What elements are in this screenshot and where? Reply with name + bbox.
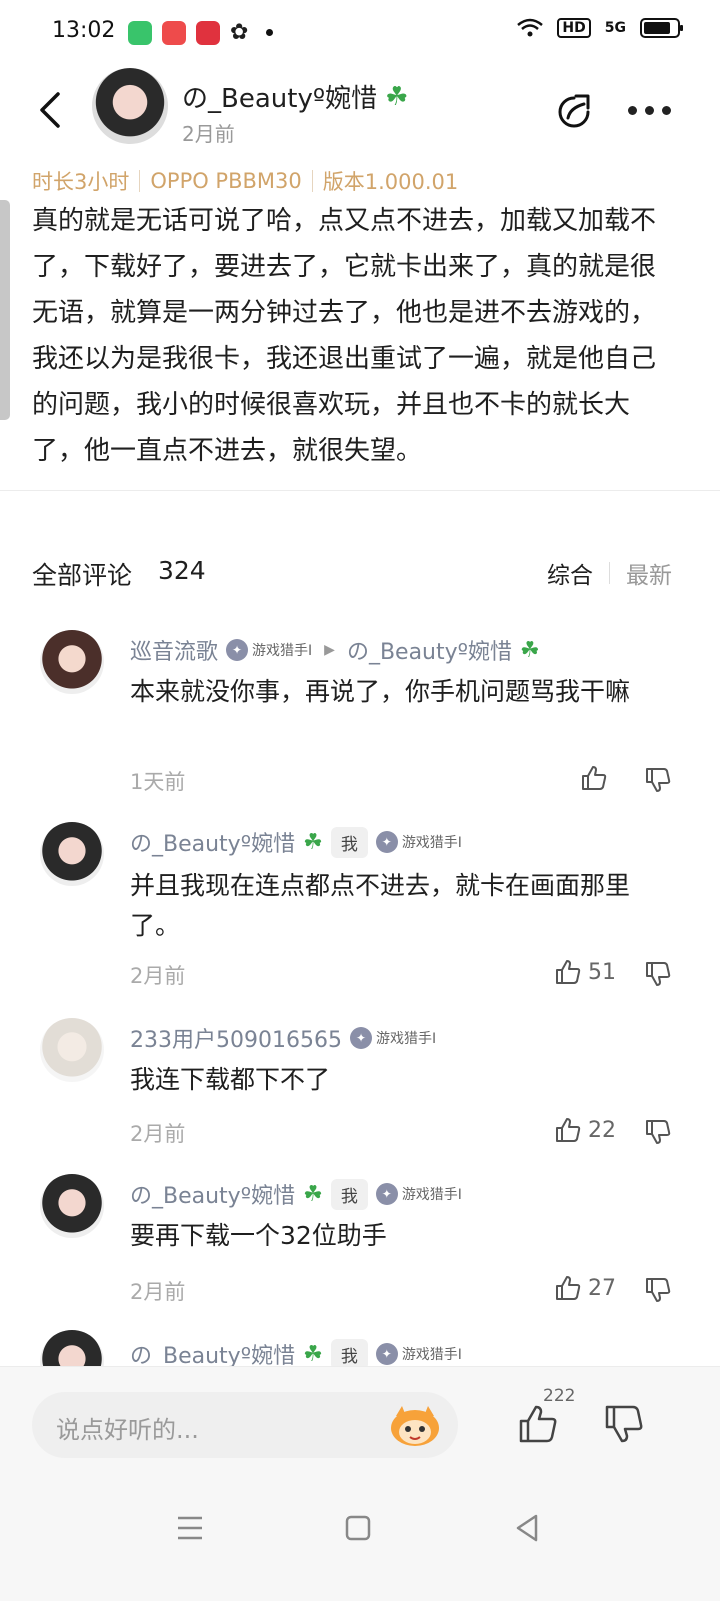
review-text: 真的就是无话可说了哈，点又点不进去，加载又加载不了，下载好了，要进去了，它就卡出…	[32, 206, 657, 466]
author-name[interactable]: の_Beautyº婉惜	[182, 78, 377, 115]
comments-title: 全部评论	[32, 561, 133, 590]
share-icon[interactable]	[554, 92, 594, 132]
wifi-icon	[517, 18, 544, 37]
comment-time: 2月前	[130, 964, 186, 988]
thumbs-up-icon[interactable]	[554, 1116, 582, 1144]
clover-icon: ☘	[303, 1181, 323, 1207]
hd-icon: HD	[557, 18, 591, 38]
hunter-badge-icon: ✦	[349, 1027, 372, 1049]
playtime: 时长3小时	[32, 170, 130, 194]
commenter-name[interactable]: 巡音流歌	[130, 634, 218, 666]
post-meta: 时长3小时 OPPO PBBM30 版本1.000.01	[32, 166, 458, 196]
level-badge: ✦ 游戏猎手Ⅰ	[375, 1183, 462, 1205]
reply-target-name[interactable]: の_Beautyº婉惜	[347, 634, 512, 666]
thumbs-down-icon[interactable]	[644, 766, 672, 794]
me-tag: 我	[330, 1338, 368, 1370]
level-badge: ✦ 游戏猎手Ⅰ	[375, 831, 462, 853]
comments-count: 324	[158, 556, 206, 585]
hunter-badge-icon: ✦	[375, 1183, 398, 1205]
hunter-badge-icon: ✦	[375, 831, 398, 853]
me-tag: 我	[330, 1178, 368, 1210]
reply-arrow-icon: ▶	[324, 642, 335, 658]
avatar[interactable]	[40, 822, 104, 886]
clover-icon: ☘	[520, 637, 540, 663]
thumbs-down-icon[interactable]	[644, 1118, 672, 1146]
like-action[interactable]: 22	[554, 1116, 616, 1144]
home-nav-icon[interactable]	[338, 1508, 378, 1548]
comment-text: 并且我现在连点都点不进去，就卡在画面那里了。	[130, 871, 631, 940]
wechat-icon: ✿	[230, 20, 249, 45]
device-model: OPPO PBBM30	[150, 169, 302, 193]
status-time: 13:02	[52, 18, 116, 43]
post-time: 2月前	[182, 122, 235, 146]
avatar[interactable]	[40, 630, 104, 694]
avatar[interactable]	[40, 1018, 104, 1082]
scrollbar[interactable]	[0, 200, 10, 420]
like-count: 22	[588, 1117, 616, 1143]
comment-header: の_Beautyº婉惜 ☘ 我 ✦ 游戏猎手Ⅰ	[130, 826, 462, 858]
meta-divider	[139, 170, 141, 192]
more-options-icon[interactable]	[628, 100, 672, 120]
post-like-count: 222	[543, 1386, 576, 1406]
commenter-name[interactable]: の_Beautyº婉惜	[130, 826, 295, 858]
comment-text: 本来就没你事，再说了，你手机问题骂我干嘛	[130, 677, 631, 706]
thumbs-down-icon[interactable]	[644, 960, 672, 988]
video-app-icon	[162, 20, 186, 45]
like-action[interactable]: 51	[554, 958, 616, 986]
thumbs-up-icon[interactable]	[554, 1274, 582, 1302]
sort-latest[interactable]: 最新	[626, 556, 672, 590]
comment-time: 2月前	[130, 1122, 186, 1146]
music-app-icon	[196, 20, 220, 45]
hunter-badge-icon: ✦	[226, 639, 249, 661]
commenter-name[interactable]: 233用户509016565	[130, 1022, 342, 1054]
battery-icon	[640, 18, 683, 38]
thumbs-up-icon[interactable]	[516, 1402, 560, 1446]
clover-icon: ☘	[385, 81, 409, 112]
like-count: 27	[588, 1275, 616, 1301]
sort-divider	[609, 562, 610, 584]
author-avatar[interactable]	[92, 68, 168, 144]
thumbs-up-icon[interactable]	[554, 958, 582, 986]
thumbs-up-icon[interactable]	[580, 764, 608, 792]
notification-dot-icon	[266, 29, 274, 36]
like-count: 51	[588, 959, 616, 985]
hunter-badge-icon: ✦	[375, 1343, 398, 1365]
like-action[interactable]	[580, 764, 608, 792]
comment-header: 233用户509016565 ✦ 游戏猎手Ⅰ	[130, 1022, 436, 1054]
me-tag: 我	[330, 826, 368, 858]
comment-time: 2月前	[130, 1280, 186, 1304]
clover-icon: ☘	[303, 1341, 323, 1367]
comment-time: 1天前	[130, 770, 186, 794]
thumbs-down-icon[interactable]	[644, 1276, 672, 1304]
thumbs-down-icon[interactable]	[602, 1402, 646, 1446]
back-arrow-icon[interactable]	[32, 88, 72, 132]
clover-icon: ☘	[303, 829, 323, 855]
like-action[interactable]: 27	[554, 1274, 616, 1302]
status-app-icons: ✿	[128, 20, 274, 45]
section-divider	[0, 490, 720, 491]
sort-comprehensive[interactable]: 综合	[547, 556, 593, 590]
commenter-name[interactable]: の_Beautyº婉惜	[130, 1178, 295, 1210]
sort-tabs: 综合 最新	[547, 556, 672, 590]
comment-header: の_Beautyº婉惜 ☘ 我 ✦ 游戏猎手Ⅰ	[130, 1178, 462, 1210]
level-badge: ✦ 游戏猎手Ⅰ	[375, 1343, 462, 1365]
messages-app-icon	[128, 20, 152, 45]
avatar[interactable]	[40, 1174, 104, 1238]
comment-input-placeholder[interactable]: 说点好听的...	[56, 1410, 199, 1445]
author-name-row[interactable]: の_Beautyº婉惜 ☘	[182, 78, 408, 115]
back-nav-icon[interactable]	[508, 1508, 548, 1548]
signal-5g-icon: 5G	[604, 20, 626, 36]
meta-divider	[311, 170, 313, 192]
comment-text: 要再下载一个32位助手	[130, 1221, 387, 1250]
comment-header: 巡音流歌 ✦ 游戏猎手Ⅰ ▶ の_Beautyº婉惜 ☘	[130, 634, 540, 666]
status-right: HD 5G	[517, 18, 683, 38]
emoji-mascot-icon[interactable]	[388, 1402, 442, 1448]
level-badge: ✦ 游戏猎手Ⅰ	[349, 1027, 436, 1049]
level-badge: ✦ 游戏猎手Ⅰ	[226, 639, 312, 661]
menu-nav-icon[interactable]	[170, 1508, 210, 1548]
app-version: 版本1.000.01	[322, 170, 459, 194]
comment-text: 我连下载都下不了	[130, 1065, 331, 1094]
